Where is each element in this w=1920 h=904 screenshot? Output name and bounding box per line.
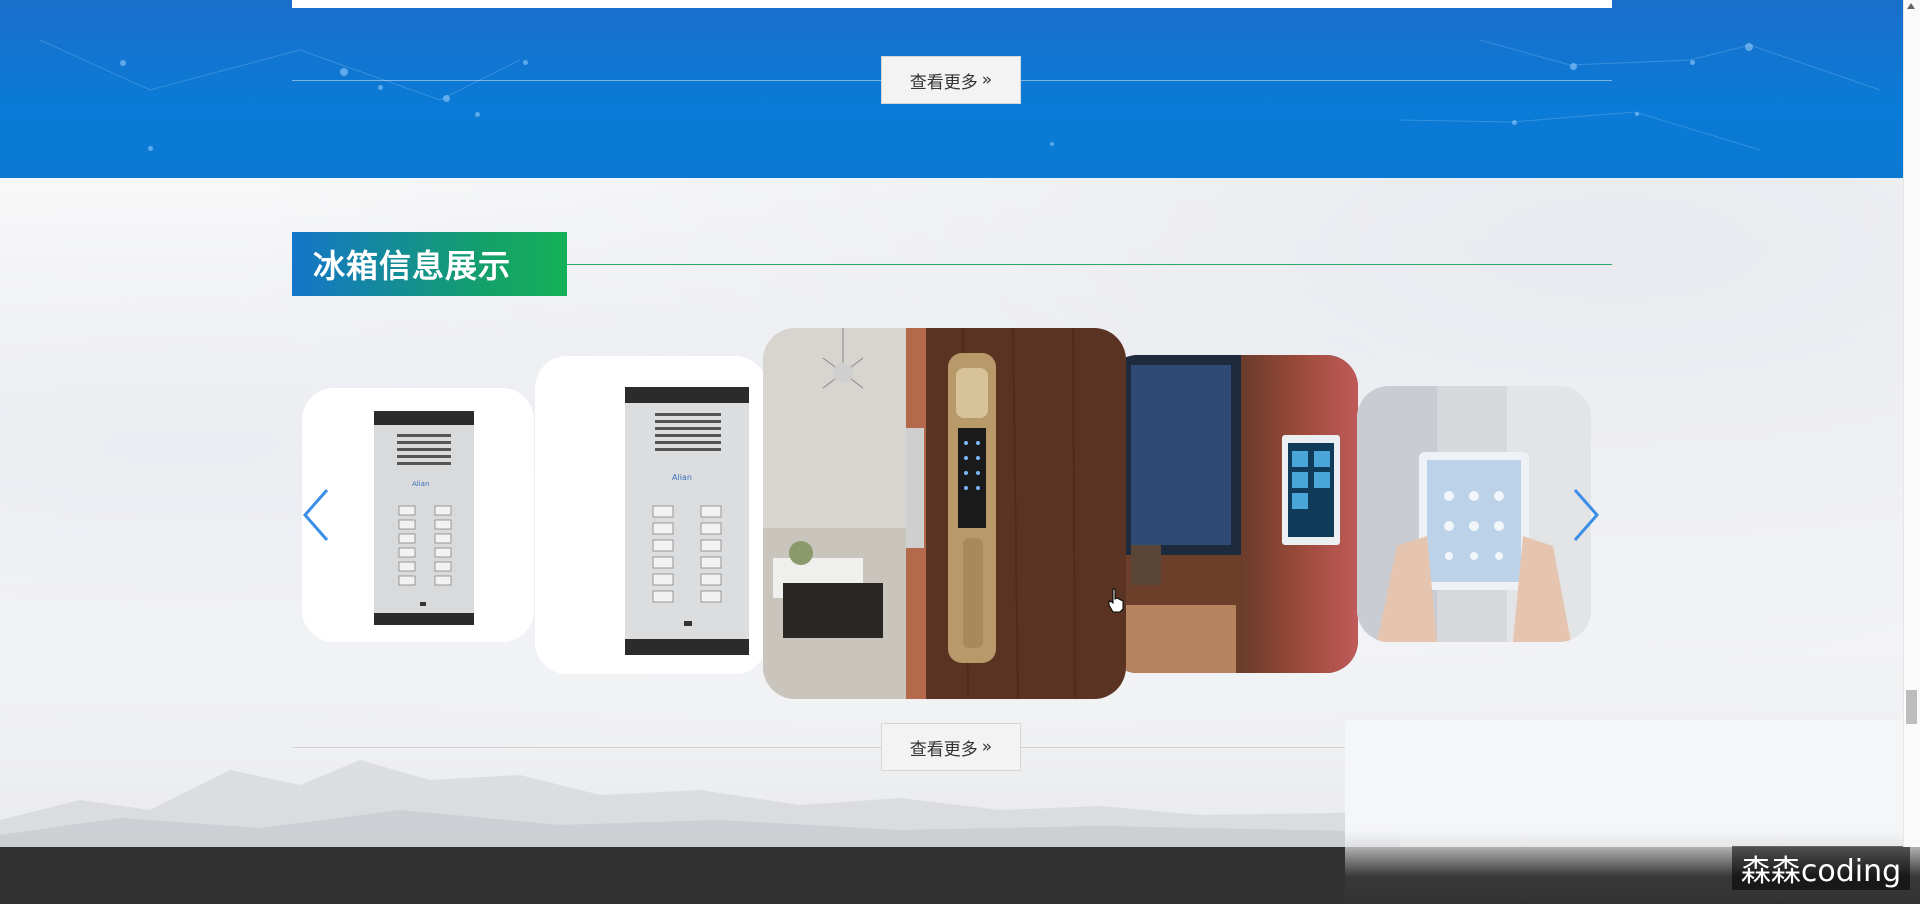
section-title-underline bbox=[567, 264, 1612, 265]
carousel-prev-button[interactable] bbox=[297, 480, 337, 550]
scroll-up-arrow-icon[interactable] bbox=[1905, 0, 1918, 12]
content-panel-bottom-edge bbox=[292, 0, 1612, 8]
chevron-left-icon bbox=[303, 489, 329, 541]
top-more-button[interactable]: 查看更多 » bbox=[881, 56, 1021, 104]
svg-text:Alian: Alian bbox=[672, 473, 692, 482]
double-chevron-right-icon: » bbox=[981, 70, 993, 90]
chevron-right-icon bbox=[1573, 489, 1599, 541]
watermark: 森森coding bbox=[1732, 846, 1910, 890]
smart-wall-panel-image bbox=[1106, 355, 1358, 673]
svg-text:Alian: Alian bbox=[412, 480, 429, 488]
section-title-text: 冰箱信息展示 bbox=[313, 247, 512, 285]
carousel-slide[interactable]: Alian bbox=[535, 356, 767, 674]
carousel-slide-active[interactable] bbox=[763, 328, 1126, 699]
showcase-more-button[interactable]: 查看更多 » bbox=[881, 723, 1021, 771]
double-chevron-right-icon: » bbox=[981, 737, 993, 757]
hand-pointer-cursor-icon bbox=[1108, 588, 1124, 613]
mountain-decoration bbox=[0, 760, 1400, 850]
scrollbar-thumb[interactable] bbox=[1906, 690, 1917, 724]
carousel-slide[interactable] bbox=[1357, 386, 1591, 642]
smart-tablet-control-image bbox=[1357, 386, 1591, 642]
more-button-label: 查看更多 bbox=[909, 72, 978, 93]
carousel-slide[interactable] bbox=[1106, 355, 1358, 673]
carousel-next-button[interactable] bbox=[1565, 480, 1605, 550]
smart-door-lock-image bbox=[763, 328, 1126, 699]
more-button-label: 查看更多 bbox=[909, 739, 978, 760]
door-intercom-panel-image: Alian bbox=[625, 387, 749, 655]
section-title: 冰箱信息展示 bbox=[292, 232, 567, 296]
